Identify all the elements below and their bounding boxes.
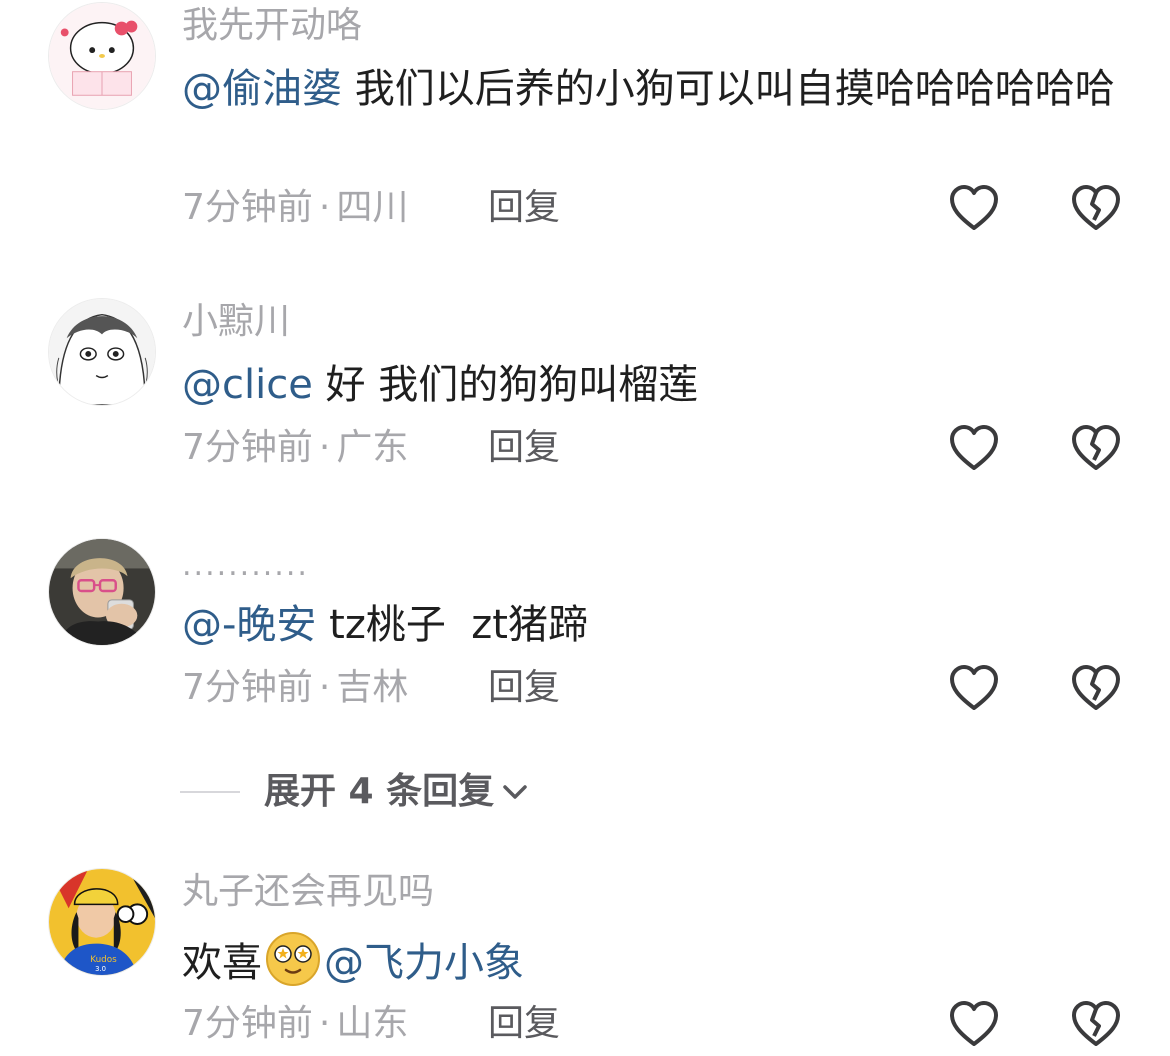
comment-body: 我们以后养的小狗可以叫自摸哈哈哈哈哈哈	[342, 66, 1115, 112]
comment-body: tz桃子 zt猪蹄	[316, 602, 588, 648]
heart-outline-icon[interactable]	[948, 1000, 1000, 1048]
svg-text:3.0: 3.0	[95, 965, 106, 973]
location: 山东	[336, 1003, 409, 1044]
broken-heart-outline-icon[interactable]	[1070, 424, 1122, 472]
mention-link[interactable]: @飞力小象	[324, 940, 524, 986]
mention-link[interactable]: @-晚安	[182, 602, 316, 648]
separator-dot: ·	[318, 667, 331, 708]
separator-dot: ·	[318, 427, 331, 468]
comment-body: 好 我们的狗狗叫榴莲	[312, 362, 699, 408]
comment-meta: 7分钟前 · 广东	[182, 426, 408, 470]
reply-button[interactable]: 回复	[488, 666, 560, 710]
username[interactable]: 小黥川	[182, 300, 290, 344]
reply-button[interactable]: 回复	[488, 1002, 560, 1046]
username[interactable]: 我先开动咯	[182, 4, 362, 48]
location: 四川	[336, 187, 409, 228]
location: 吉林	[336, 667, 409, 708]
comment-text: @偷油婆 我们以后养的小狗可以叫自摸哈哈哈哈哈哈	[182, 60, 1122, 118]
comment-list: 我先开动咯 @偷油婆 我们以后养的小狗可以叫自摸哈哈哈哈哈哈 7分钟前 · 四川 回…	[0, 0, 1170, 1056]
broken-heart-outline-icon[interactable]	[1070, 1000, 1122, 1048]
star-eyes-emoji-icon	[264, 930, 322, 988]
mention-link[interactable]: @clice	[182, 362, 313, 408]
mention-link[interactable]: @偷油婆	[182, 66, 342, 112]
avatar[interactable]: Kudos 3.0	[48, 868, 156, 976]
heart-outline-icon[interactable]	[948, 664, 1000, 712]
svg-text:Kudos: Kudos	[90, 955, 117, 965]
timestamp: 7分钟前	[182, 187, 313, 228]
separator-dot: ·	[318, 187, 331, 228]
username[interactable]: ...........	[182, 544, 309, 588]
broken-heart-outline-icon[interactable]	[1070, 664, 1122, 712]
comment-body: 欢喜	[182, 940, 262, 986]
reply-button[interactable]: 回复	[488, 426, 560, 470]
timestamp: 7分钟前	[182, 1003, 313, 1044]
heart-outline-icon[interactable]	[948, 184, 1000, 232]
expand-replies-label[interactable]: 展开 4 条回复	[264, 768, 494, 816]
timestamp: 7分钟前	[182, 667, 313, 708]
avatar[interactable]	[48, 538, 156, 646]
comment-meta: 7分钟前 · 吉林	[182, 666, 408, 710]
comment-text: @clice 好 我们的狗狗叫榴莲	[182, 356, 1122, 414]
heart-outline-icon[interactable]	[948, 424, 1000, 472]
timestamp: 7分钟前	[182, 427, 313, 468]
comment-meta: 7分钟前 · 四川	[182, 186, 408, 230]
avatar[interactable]	[48, 2, 156, 110]
expand-divider	[180, 791, 240, 793]
username[interactable]: 丸子还会再见吗	[182, 870, 434, 914]
comment-meta: 7分钟前 · 山东	[182, 1002, 408, 1046]
expand-replies-button[interactable]: 展开 4 条回复	[180, 768, 530, 816]
avatar[interactable]	[48, 298, 156, 406]
comment-text: 欢喜 @飞力小象	[182, 930, 1122, 992]
chevron-down-icon[interactable]	[500, 777, 530, 807]
location: 广东	[336, 427, 409, 468]
broken-heart-outline-icon[interactable]	[1070, 184, 1122, 232]
reply-button[interactable]: 回复	[488, 186, 560, 230]
comment-text: @-晚安 tz桃子 zt猪蹄	[182, 596, 1122, 654]
separator-dot: ·	[318, 1003, 331, 1044]
